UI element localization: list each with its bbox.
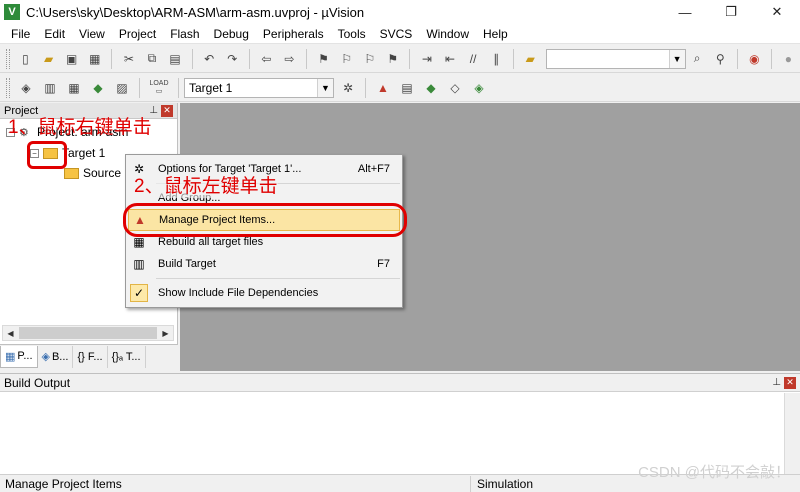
toolbar-grip[interactable] xyxy=(6,77,10,98)
maximize-button[interactable]: ❐ xyxy=(708,0,754,24)
pin-icon[interactable]: ⊥ xyxy=(772,377,781,388)
breakpoint-icon[interactable]: ● xyxy=(779,49,798,69)
toolbar-grip[interactable] xyxy=(6,48,10,69)
tab-templates[interactable]: {}ₐ T... xyxy=(108,345,146,368)
load-icon[interactable]: LOAD ▭ xyxy=(147,78,171,98)
target-select-value: Target 1 xyxy=(189,80,233,95)
close-icon[interactable]: ✕ xyxy=(784,376,796,389)
annotation-ring-manage-items xyxy=(123,203,407,237)
menu-window[interactable]: Window xyxy=(419,24,476,44)
build-icon: ▥ xyxy=(133,257,145,271)
menu-file[interactable]: File xyxy=(4,24,37,44)
next-bookmark-icon[interactable]: ⚐ xyxy=(360,49,379,69)
window-title: C:\Users\sky\Desktop\ARM-ASM\arm-asm.uvp… xyxy=(26,4,365,20)
manage-project-items-icon[interactable]: ▲ xyxy=(373,78,393,98)
annotation-ring-target xyxy=(27,141,67,169)
menu-flash[interactable]: Flash xyxy=(163,24,206,44)
stop-build-icon[interactable]: ▨ xyxy=(112,78,132,98)
debug-session-icon[interactable]: ◉ xyxy=(745,49,764,69)
save-icon[interactable]: ▣ xyxy=(62,49,81,69)
watermark: CSDN @代码不会敲！ xyxy=(638,464,790,481)
menu-tools[interactable]: Tools xyxy=(331,24,373,44)
build-output-panel: Build Output ⊥ ✕ xyxy=(0,373,800,475)
prev-bookmark-icon[interactable]: ⚐ xyxy=(337,49,356,69)
batch-build-icon[interactable]: ◆ xyxy=(88,78,108,98)
close-button[interactable]: ✕ xyxy=(754,0,800,24)
menu-view[interactable]: View xyxy=(72,24,112,44)
bookmark-icon[interactable]: ⚑ xyxy=(314,49,333,69)
project-panel-title: Project xyxy=(4,104,39,117)
status-message: Manage Project Items xyxy=(5,476,122,491)
books-tab-icon: ◈ xyxy=(41,351,50,363)
menu-svcs[interactable]: SVCS xyxy=(373,24,420,44)
nav-back-icon[interactable]: ⇦ xyxy=(257,49,276,69)
tab-books[interactable]: ◈ B... xyxy=(38,345,74,368)
tab-project[interactable]: ▦ P... xyxy=(0,345,38,368)
checkmark-icon: ✓ xyxy=(130,284,148,302)
menu-bar: File Edit View Project Flash Debug Perip… xyxy=(0,24,800,44)
clear-bookmarks-icon[interactable]: ⚑ xyxy=(383,49,402,69)
project-tab-icon: ▦ xyxy=(5,350,16,363)
tab-functions[interactable]: {} F... xyxy=(73,345,108,368)
annotation-step-1: 1、鼠标右键单击 xyxy=(8,117,152,138)
manage-components-icon[interactable]: ◆ xyxy=(421,78,441,98)
horizontal-scrollbar[interactable]: ◀ ▶ xyxy=(2,325,174,341)
title-bar: V C:\Users\sky\Desktop\ARM-ASM\arm-asm.u… xyxy=(0,0,800,24)
menu-project[interactable]: Project xyxy=(112,24,163,44)
chevron-down-icon[interactable]: ▼ xyxy=(317,78,333,97)
redo-icon[interactable]: ↷ xyxy=(223,49,242,69)
menu-debug[interactable]: Debug xyxy=(207,24,256,44)
cut-icon[interactable]: ✂ xyxy=(119,49,138,69)
target-select[interactable]: Target 1 ▼ xyxy=(184,77,334,98)
chevron-down-icon[interactable]: ▼ xyxy=(668,49,685,68)
menu-help[interactable]: Help xyxy=(476,24,515,44)
menu-item-show-include-deps[interactable]: ✓ Show Include File Dependencies xyxy=(128,282,400,304)
scroll-thumb[interactable] xyxy=(19,327,157,339)
build-output-header: Build Output ⊥ ✕ xyxy=(0,374,800,392)
save-all-icon[interactable]: ▦ xyxy=(85,49,104,69)
rebuild-icon[interactable]: ▦ xyxy=(64,78,84,98)
build-icon[interactable]: ▥ xyxy=(40,78,60,98)
uncomment-icon[interactable]: ∥ xyxy=(487,49,506,69)
menu-edit[interactable]: Edit xyxy=(37,24,72,44)
outdent-icon[interactable]: ⇤ xyxy=(440,49,459,69)
file-toolbar: ▯ ▰ ▣ ▦ ✂ ⧉ ▤ ↶ ↷ ⇦ ⇨ ⚑ ⚐ ⚐ ⚑ ⇥ ⇤ // ∥ ▰… xyxy=(0,45,800,73)
menu-item-build-target[interactable]: ▥ Build Target F7 xyxy=(128,253,400,275)
comment-icon[interactable]: // xyxy=(464,49,483,69)
pin-icon[interactable]: ⊥ xyxy=(149,105,158,116)
find-icon[interactable]: ⌕ xyxy=(688,49,707,69)
incremental-find-icon[interactable]: ⚲ xyxy=(711,49,730,69)
run-time-env-icon[interactable]: ◈ xyxy=(469,78,489,98)
undo-icon[interactable]: ↶ xyxy=(200,49,219,69)
menu-peripherals[interactable]: Peripherals xyxy=(256,24,331,44)
scroll-left-icon[interactable]: ◀ xyxy=(3,326,18,340)
open-folder-icon[interactable]: ▰ xyxy=(39,49,58,69)
find-combo[interactable]: ▼ xyxy=(545,48,686,69)
nav-forward-icon[interactable]: ⇨ xyxy=(280,49,299,69)
copy-icon[interactable]: ⧉ xyxy=(142,49,161,69)
status-mode: Simulation xyxy=(470,475,533,492)
minimize-button[interactable]: — xyxy=(662,0,708,24)
project-panel-tabs: ▦ P... ◈ B... {} F... {}ₐ T... xyxy=(0,344,178,368)
annotation-step-2: 2、鼠标左键单击 xyxy=(134,176,278,198)
pack-installer-icon[interactable]: ◇ xyxy=(445,78,465,98)
translate-icon[interactable]: ◈ xyxy=(16,78,36,98)
uvision-app-icon: V xyxy=(4,4,20,20)
build-output-title: Build Output xyxy=(4,375,71,390)
close-icon[interactable]: ✕ xyxy=(161,104,173,117)
folder-icon xyxy=(64,167,79,179)
tree-source-group[interactable]: Source xyxy=(64,166,121,180)
scroll-right-icon[interactable]: ▶ xyxy=(158,326,173,340)
paste-icon[interactable]: ▤ xyxy=(166,49,185,69)
target-options-icon[interactable]: ✲ xyxy=(338,78,358,98)
indent-icon[interactable]: ⇥ xyxy=(417,49,436,69)
build-toolbar: ◈ ▥ ▦ ◆ ▨ LOAD ▭ Target 1 ▼ ✲ ▲ ▤ ◆ ◇ ◈ xyxy=(0,74,800,102)
find-in-files-icon[interactable]: ▰ xyxy=(521,49,540,69)
select-packs-icon[interactable]: ▤ xyxy=(397,78,417,98)
new-file-icon[interactable]: ▯ xyxy=(16,49,35,69)
